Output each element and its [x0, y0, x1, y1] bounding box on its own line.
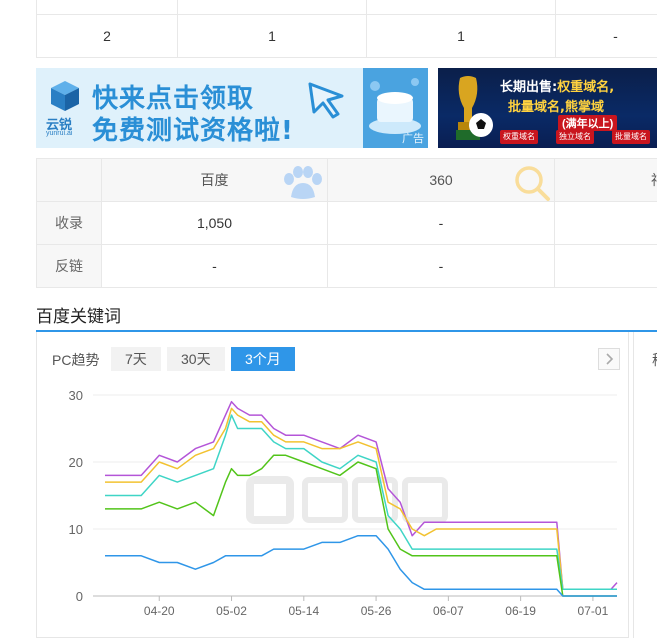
baidu-paw-icon [284, 166, 322, 199]
football-icon [469, 113, 493, 137]
ad2-chip-1: 权重域名 [500, 130, 538, 144]
ad2-line-3: (满年以上) [558, 115, 618, 131]
side-panel-label: 移 [652, 350, 657, 370]
header-shenma: 神 [554, 158, 657, 202]
stats-table-top: 2 1 1 - [36, 0, 657, 58]
ad-tag: 广告 [402, 133, 424, 145]
indexed-baidu: 1,050 [101, 201, 328, 245]
aizhan-watermark [246, 476, 448, 524]
x-tick-label: 06-07 [433, 604, 464, 615]
range-30d-button[interactable]: 30天 [167, 347, 225, 371]
header-360-label: 360 [429, 172, 453, 188]
top-cell-1: 2 [36, 13, 178, 58]
range-3m-button[interactable]: 3个月 [231, 347, 295, 371]
backlinks-baidu: - [101, 244, 328, 288]
x-tick-label: 07-01 [578, 604, 609, 615]
x-tick-label: 05-02 [216, 604, 247, 615]
ad2-chip-2: 独立域名 [556, 130, 594, 144]
row-label-backlinks: 反链 [36, 244, 102, 288]
indexed-shenma [554, 201, 657, 245]
indexed-360: - [327, 201, 555, 245]
keyword-trend-chart: 0 10 20 30 04-20 05-02 05-14 05-26 06-07 06-19 07… [69, 388, 618, 615]
header-baidu-label: 百度 [200, 172, 229, 188]
x-tick-label: 06-19 [505, 604, 536, 615]
pc-trend-label: PC趋势 [52, 352, 100, 368]
x-tick-label: 04-20 [144, 604, 175, 615]
side-panel: 移 [633, 332, 657, 638]
x-tick-label: 05-26 [361, 604, 392, 615]
header-shenma-label: 神 [651, 172, 657, 188]
series-line-2 [105, 414, 617, 591]
x-tick-label: 05-14 [288, 604, 319, 615]
y-tick-label: 30 [69, 388, 83, 403]
backlinks-shenma [554, 244, 657, 288]
range-7d-button[interactable]: 7天 [111, 347, 161, 371]
y-tick-label: 0 [76, 589, 83, 604]
header-baidu: 百度 [101, 158, 328, 202]
y-tick-label: 10 [69, 522, 83, 537]
backlinks-360: - [327, 244, 555, 288]
ad2-line-1: 长期出售:权重域名, [500, 76, 614, 95]
top-cell-2: 1 [177, 13, 367, 58]
section-title: 百度关键词 [36, 307, 121, 326]
row-label-indexed: 收录 [36, 201, 102, 245]
index-table: 百度 360 神 收录 1,050 - 反链 - - [36, 158, 657, 288]
ad2-chip-3: 批量域名 [612, 130, 650, 144]
ad-brand-sub: yunrui.ai [46, 130, 73, 137]
cube-logo-icon [51, 81, 79, 111]
ad-headline-2: 免费测试资格啦! [92, 116, 294, 146]
series-line-3 [105, 454, 617, 597]
top-cell-4: - [555, 13, 657, 58]
cursor-arrow-icon [308, 82, 344, 119]
ad2-line-1b: 权重域名, [557, 80, 615, 95]
y-tick-label: 20 [69, 455, 83, 470]
search-360-icon [515, 166, 550, 201]
top-cell-3: 1 [366, 13, 556, 58]
ad-banner-yunrui[interactable]: 云锐 yunrui.ai 快来点击领取 免费测试资格啦! 广告 [36, 68, 428, 148]
ad2-line-2: 批量域名,熊掌域 [508, 100, 604, 115]
header-360: 360 [327, 158, 555, 202]
chevron-right-icon [606, 353, 614, 365]
next-button[interactable] [598, 348, 620, 370]
ad2-line-1a: 长期出售: [500, 80, 558, 95]
series-line-0 [105, 400, 618, 591]
ad-banner-domain[interactable]: 长期出售:权重域名, 批量域名,熊掌域 (满年以上) 权重域名 独立域名 批量域… [438, 68, 657, 148]
series-line-4 [105, 534, 617, 597]
